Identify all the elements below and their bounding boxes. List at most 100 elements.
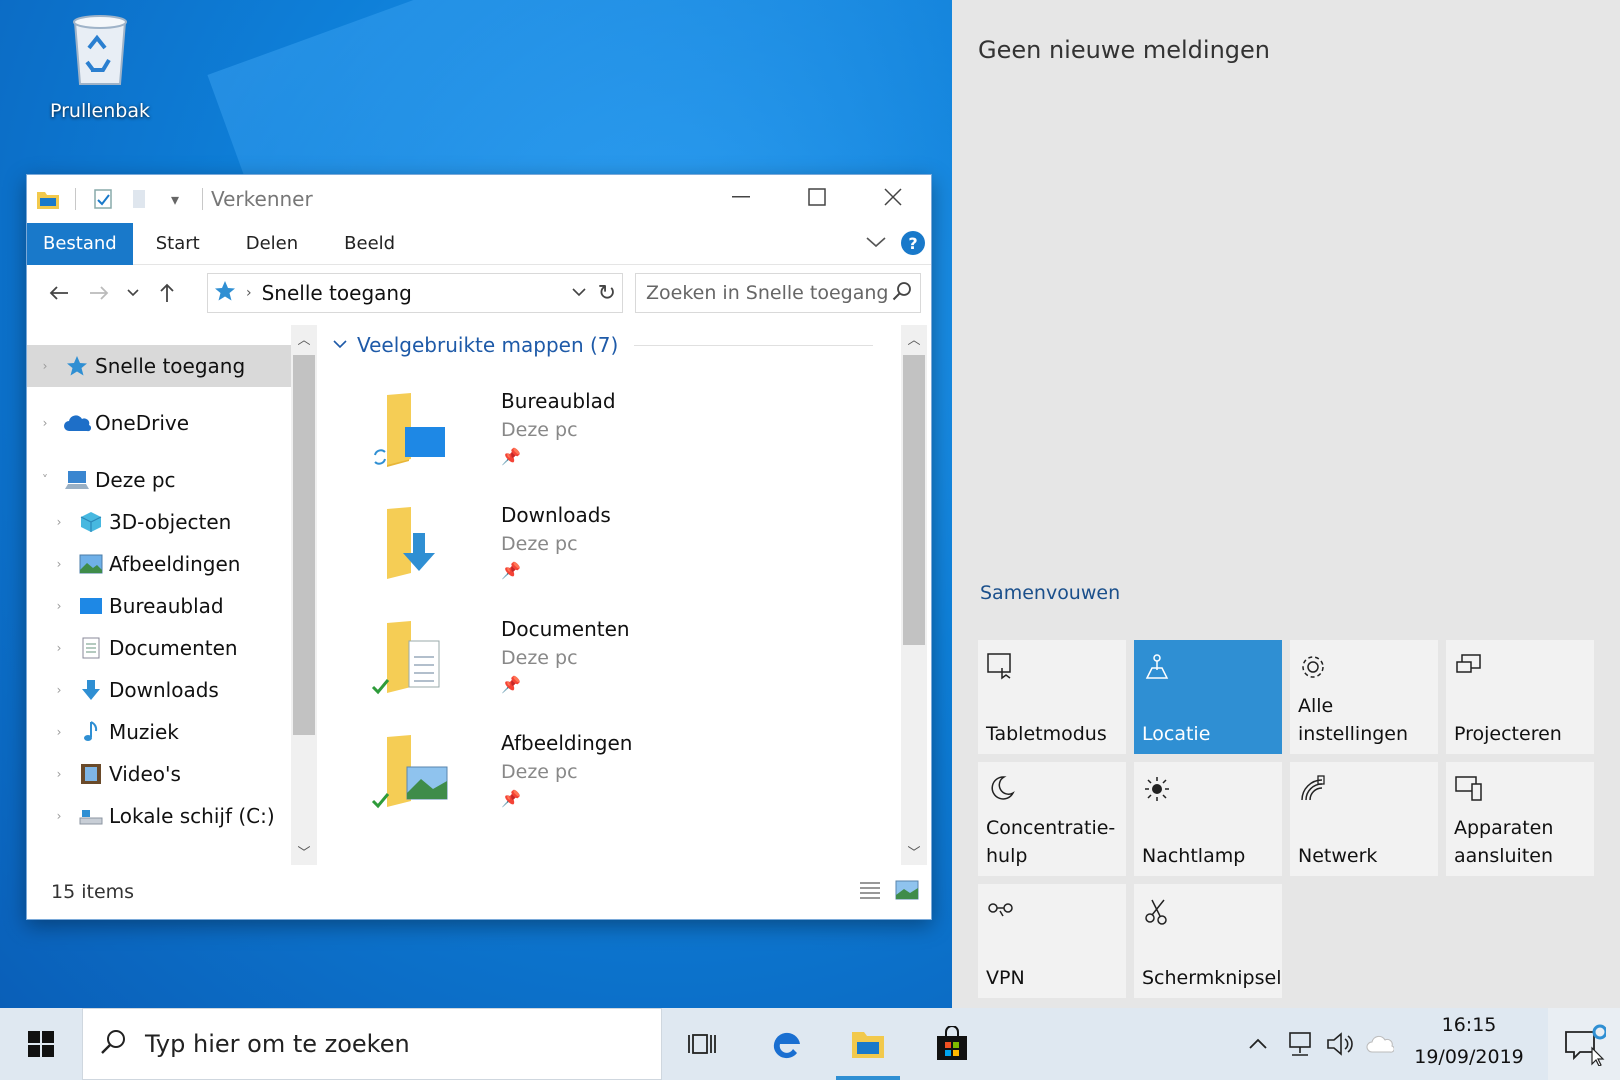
minimize-button[interactable]: [703, 175, 779, 219]
clock-date: 19/09/2019: [1414, 1046, 1524, 1068]
large-icons-view-icon[interactable]: [895, 880, 919, 904]
clock[interactable]: 16:15 19/09/2019: [1404, 1014, 1534, 1068]
task-view-button[interactable]: [668, 1008, 736, 1080]
chevron-right-icon[interactable]: ›: [49, 599, 69, 613]
content-pane: Veelgebruikte mappen (7) Bureaublad Deze…: [329, 325, 927, 865]
chevron-down-icon[interactable]: [333, 337, 347, 353]
tile-nachtlamp[interactable]: Nachtlamp: [1134, 762, 1282, 876]
help-icon[interactable]: ?: [901, 231, 925, 255]
recycle-bin-shortcut[interactable]: Prullenbak: [40, 8, 160, 122]
maximize-button[interactable]: [779, 175, 855, 219]
window-title: Verkenner: [211, 187, 313, 211]
nav-item-deze-pc[interactable]: ˅ Deze pc: [27, 459, 293, 501]
customize-dropdown-icon[interactable]: ▾: [162, 186, 188, 212]
up-button[interactable]: [147, 273, 187, 313]
onedrive-cloud-icon[interactable]: [1362, 1008, 1398, 1080]
desktop: Prullenbak ▾ Verkenner Bestand Start Del…: [0, 0, 952, 1008]
tile-concentratiehulp[interactable]: Concentratie-hulp: [978, 762, 1126, 876]
scrollbar-thumb[interactable]: [903, 355, 925, 645]
tile-schermknipsel[interactable]: Schermknipsel: [1134, 884, 1282, 998]
group-header[interactable]: Veelgebruikte mappen (7): [333, 333, 873, 357]
chevron-down-icon[interactable]: ˅: [35, 473, 55, 487]
project-icon: [1454, 652, 1484, 682]
title-bar[interactable]: ▾ Verkenner: [27, 175, 931, 223]
details-view-icon[interactable]: [859, 880, 881, 904]
chevron-right-icon[interactable]: ›: [49, 683, 69, 697]
address-bar[interactable]: › Snelle toegang ↻: [207, 273, 623, 313]
scroll-up-icon[interactable]: ︿: [291, 329, 317, 348]
tile-locatie[interactable]: Locatie: [1134, 640, 1282, 754]
edge-button[interactable]: [752, 1008, 820, 1080]
show-hidden-icons-chevron-icon[interactable]: [1240, 1008, 1276, 1080]
forward-button[interactable]: [79, 273, 119, 313]
nav-item-3d-objecten[interactable]: › 3D-objecten: [27, 501, 293, 543]
nav-item-lokale-schijf[interactable]: › Lokale schijf (C:): [27, 795, 293, 837]
tile-vpn[interactable]: VPN: [978, 884, 1126, 998]
nav-pane-scrollbar[interactable]: ︿ ﹀: [291, 325, 317, 865]
tile-label: Tabletmodus: [986, 723, 1107, 745]
scroll-down-icon[interactable]: ﹀: [291, 842, 317, 861]
nav-item-downloads[interactable]: › Downloads: [27, 669, 293, 711]
tile-alle-instellingen[interactable]: Alle instellingen: [1290, 640, 1438, 754]
address-dropdown-icon[interactable]: [572, 285, 586, 301]
folder-name: Afbeeldingen: [501, 731, 633, 755]
chevron-right-icon[interactable]: ›: [49, 767, 69, 781]
folder-item-downloads[interactable]: Downloads Deze pc 📌: [369, 497, 769, 607]
chevron-right-icon[interactable]: ›: [35, 416, 55, 430]
chevron-right-icon[interactable]: ›: [49, 641, 69, 655]
new-folder-icon[interactable]: [126, 186, 152, 212]
nav-item-videos[interactable]: › Video's: [27, 753, 293, 795]
taskbar: Typ hier om te zoeken 16:15 19/09/2019: [0, 1008, 1620, 1080]
folder-item-afbeeldingen[interactable]: Afbeeldingen Deze pc 📌: [369, 725, 769, 835]
recent-locations-button[interactable]: [119, 273, 147, 313]
expand-ribbon-icon[interactable]: [865, 234, 887, 253]
nav-label: Lokale schijf (C:): [109, 804, 275, 828]
tab-start[interactable]: Start: [133, 223, 223, 265]
breadcrumb[interactable]: Snelle toegang: [262, 281, 412, 305]
nav-label: Documenten: [109, 636, 238, 660]
volume-icon[interactable]: [1322, 1008, 1358, 1080]
nav-item-onedrive[interactable]: › OneDrive: [27, 402, 293, 444]
search-input[interactable]: Zoeken in Snelle toegang: [635, 273, 921, 313]
nav-item-afbeeldingen[interactable]: › Afbeeldingen: [27, 543, 293, 585]
tile-apparaten-aansluiten[interactable]: Apparaten aansluiten: [1446, 762, 1594, 876]
chevron-right-icon[interactable]: ›: [49, 725, 69, 739]
start-button[interactable]: [0, 1008, 82, 1080]
scroll-down-icon[interactable]: ﹀: [901, 842, 927, 861]
nav-item-muziek[interactable]: › Muziek: [27, 711, 293, 753]
notification-icon: [1565, 1024, 1606, 1066]
scroll-up-icon[interactable]: ︿: [901, 329, 927, 348]
store-button[interactable]: [918, 1008, 986, 1080]
folder-item-documenten[interactable]: Documenten Deze pc 📌: [369, 611, 769, 721]
nav-item-snelle-toegang[interactable]: › Snelle toegang: [27, 345, 293, 387]
properties-icon[interactable]: [90, 186, 116, 212]
taskbar-search-input[interactable]: Typ hier om te zoeken: [82, 1008, 662, 1080]
action-center: Geen nieuwe meldingen Samenvouwen Tablet…: [952, 0, 1620, 1008]
content-pane-scrollbar[interactable]: ︿ ﹀: [901, 325, 927, 865]
tile-label: Nachtlamp: [1142, 845, 1246, 867]
tile-tabletmodus[interactable]: Tabletmodus: [978, 640, 1126, 754]
collapse-link[interactable]: Samenvouwen: [980, 582, 1120, 604]
tile-projecteren[interactable]: Projecteren: [1446, 640, 1594, 754]
nav-item-bureaublad[interactable]: › Bureaublad: [27, 585, 293, 627]
chevron-right-icon[interactable]: ›: [49, 515, 69, 529]
chevron-right-icon[interactable]: ›: [49, 809, 69, 823]
tab-beeld[interactable]: Beeld: [321, 223, 418, 265]
tile-netwerk[interactable]: Netwerk: [1290, 762, 1438, 876]
back-button[interactable]: [39, 273, 79, 313]
gear-icon: [1298, 652, 1328, 682]
network-tray-icon[interactable]: [1282, 1008, 1318, 1080]
close-button[interactable]: [855, 175, 931, 219]
tab-delen[interactable]: Delen: [223, 223, 321, 265]
separator: [202, 188, 203, 210]
nav-label: Downloads: [109, 678, 219, 702]
chevron-right-icon[interactable]: ›: [49, 557, 69, 571]
chevron-right-icon[interactable]: ›: [35, 359, 55, 373]
action-center-button[interactable]: [1548, 1008, 1620, 1080]
nav-item-documenten[interactable]: › Documenten: [27, 627, 293, 669]
folder-item-bureaublad[interactable]: Bureaublad Deze pc 📌: [369, 383, 769, 493]
refresh-icon[interactable]: ↻: [598, 281, 616, 306]
file-explorer-taskbar-button[interactable]: [834, 1008, 902, 1080]
scrollbar-thumb[interactable]: [293, 355, 315, 735]
tab-bestand[interactable]: Bestand: [27, 222, 133, 265]
